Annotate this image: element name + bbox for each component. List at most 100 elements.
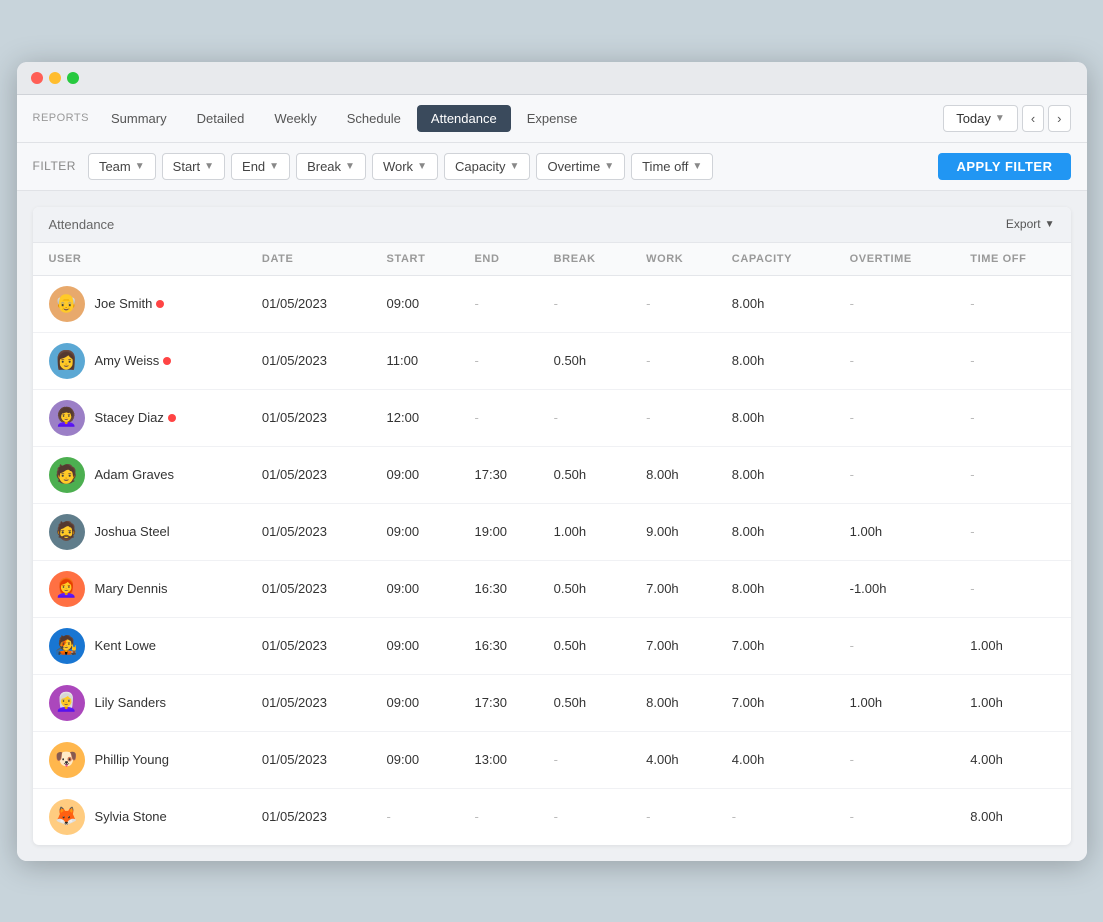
empty-value: - [475,809,479,824]
online-indicator [168,414,176,422]
empty-value: - [850,467,854,482]
export-button[interactable]: Export ▼ [1006,217,1055,231]
tab-weekly[interactable]: Weekly [260,105,330,132]
filter-capacity[interactable]: Capacity▼ [444,153,530,180]
empty-value: - [970,296,974,311]
cell-break: 1.00h [542,503,635,560]
filter-time_off[interactable]: Time off▼ [631,153,713,180]
prev-button[interactable]: ‹ [1022,105,1044,132]
col-header-start: START [375,243,463,276]
table-row: 🐶Phillip Young01/05/202309:0013:00-4.00h… [33,731,1071,788]
cell-end: - [463,275,542,332]
user-cell: 👩Amy Weiss [33,332,250,389]
minimize-dot[interactable] [49,72,61,84]
tabs-area: REPORTS SummaryDetailedWeeklyScheduleAtt… [33,105,592,132]
cell-break: 0.50h [542,560,635,617]
empty-value: - [970,353,974,368]
cell-capacity: 7.00h [720,674,838,731]
cell-date: 01/05/2023 [250,674,375,731]
cell-overtime: - [838,275,959,332]
cell-capacity: 8.00h [720,275,838,332]
table-section-header: Attendance Export ▼ [33,207,1071,243]
user-name: Joe Smith [95,296,165,311]
table-row: 👴Joe Smith01/05/202309:00---8.00h-- [33,275,1071,332]
empty-value: - [475,410,479,425]
user-name: Phillip Young [95,752,169,767]
next-button[interactable]: › [1048,105,1070,132]
apply-filter-button[interactable]: APPLY FILTER [938,153,1070,180]
empty-value: - [554,296,558,311]
table-row: 👩Amy Weiss01/05/202311:00-0.50h-8.00h-- [33,332,1071,389]
table-row: 🧔Joshua Steel01/05/202309:0019:001.00h9.… [33,503,1071,560]
cell-time_off: 1.00h [958,674,1070,731]
col-header-date: DATE [250,243,375,276]
cell-capacity: - [720,788,838,845]
cell-start: 09:00 [375,275,463,332]
col-header-user: USER [33,243,250,276]
table-row: 👩‍🦱Stacey Diaz01/05/202312:00---8.00h-- [33,389,1071,446]
tab-expense[interactable]: Expense [513,105,592,132]
table-row: 👩‍🦰Mary Dennis01/05/202309:0016:300.50h7… [33,560,1071,617]
filter-end[interactable]: End▼ [231,153,290,180]
filter-work[interactable]: Work▼ [372,153,438,180]
empty-value: - [850,410,854,425]
cell-work: 7.00h [634,560,720,617]
cell-capacity: 8.00h [720,389,838,446]
user-name: Lily Sanders [95,695,167,710]
tab-attendance[interactable]: Attendance [417,105,511,132]
user-name: Amy Weiss [95,353,172,368]
cell-break: 0.50h [542,674,635,731]
cell-capacity: 8.00h [720,332,838,389]
attendance-table: USERDATESTARTENDBREAKWORKCAPACITYOVERTIM… [33,243,1071,845]
today-arrow: ▼ [995,113,1005,124]
maximize-dot[interactable] [67,72,79,84]
cell-time_off: - [958,446,1070,503]
col-header-work: WORK [634,243,720,276]
cell-time_off: - [958,332,1070,389]
empty-value: - [850,809,854,824]
user-name: Sylvia Stone [95,809,167,824]
tab-detailed[interactable]: Detailed [183,105,259,132]
close-dot[interactable] [31,72,43,84]
filter-start[interactable]: Start▼ [162,153,225,180]
online-indicator [163,357,171,365]
cell-end: 16:30 [463,560,542,617]
section-title: Attendance [49,217,115,232]
cell-work: - [634,275,720,332]
empty-value: - [850,296,854,311]
avatar: 🧔 [49,514,85,550]
empty-value: - [646,296,650,311]
filter-overtime[interactable]: Overtime▼ [536,153,625,180]
cell-date: 01/05/2023 [250,788,375,845]
user-name: Mary Dennis [95,581,168,596]
cell-break: - [542,788,635,845]
avatar: 👴 [49,286,85,322]
today-button[interactable]: Today ▼ [943,105,1018,132]
user-name: Joshua Steel [95,524,170,539]
empty-value: - [732,809,736,824]
filter-bar: FILTER Team▼Start▼End▼Break▼Work▼Capacit… [17,143,1087,191]
cell-work: 4.00h [634,731,720,788]
attendance-table-container: Attendance Export ▼ USERDATESTARTENDBREA… [33,207,1071,845]
filter-arrow-overtime: ▼ [604,161,614,172]
table-body: 👴Joe Smith01/05/202309:00---8.00h--👩Amy … [33,275,1071,845]
tab-schedule[interactable]: Schedule [333,105,415,132]
empty-value: - [554,752,558,767]
tabs-container: SummaryDetailedWeeklyScheduleAttendanceE… [97,105,591,132]
filter-arrow-time_off: ▼ [692,161,702,172]
tab-summary[interactable]: Summary [97,105,181,132]
user-cell: 👴 Joe Smith [33,275,250,332]
empty-value: - [475,296,479,311]
table-row: 👩‍🦳Lily Sanders01/05/202309:0017:300.50h… [33,674,1071,731]
col-header-capacity: CAPACITY [720,243,838,276]
filter-label-start: Start [173,159,200,174]
cell-break: 0.50h [542,446,635,503]
filter-team[interactable]: Team▼ [88,153,156,180]
cell-capacity: 4.00h [720,731,838,788]
filter-arrow-break: ▼ [345,161,355,172]
col-header-time-off: TIME OFF [958,243,1070,276]
cell-start: - [375,788,463,845]
filter-break[interactable]: Break▼ [296,153,366,180]
cell-overtime: - [838,731,959,788]
table-row: 🧑‍🎤Kent Lowe01/05/202309:0016:300.50h7.0… [33,617,1071,674]
